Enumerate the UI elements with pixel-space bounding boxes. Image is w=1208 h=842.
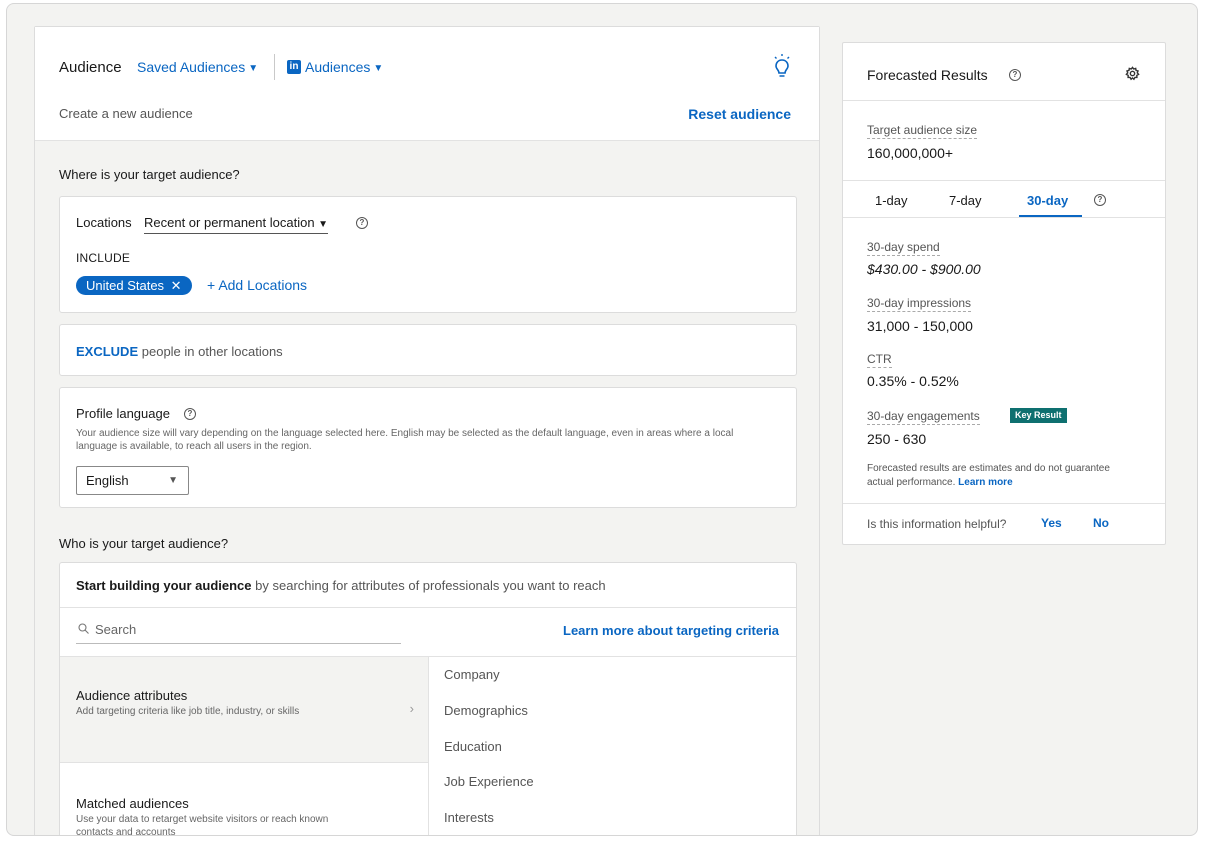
exclude-text: EXCLUDE people in other locations <box>76 344 283 359</box>
audience-body: Where is your target audience? Locations… <box>35 141 819 836</box>
helpful-question: Is this information helpful? <box>867 517 1007 531</box>
profile-language-description: Your audience size will vary depending o… <box>76 428 734 452</box>
engagements-label: 30-day engagements <box>867 409 980 425</box>
where-question: Where is your target audience? <box>59 167 240 182</box>
key-result-badge: Key Result <box>1010 408 1067 423</box>
audiences-label: Audiences <box>305 59 371 75</box>
caret-down-icon: ▼ <box>373 63 384 74</box>
audience-panel: Audience Saved Audiences ▼ in Audiences ▼ … <box>34 26 820 836</box>
target-audience-size-label: Target audience size <box>867 123 978 139</box>
language-select[interactable]: English ▼ <box>76 466 189 495</box>
help-circle-icon[interactable]: ? <box>1009 69 1021 81</box>
ctr-label: CTR <box>867 352 892 368</box>
forecast-disclaimer: Forecasted results are estimates and do … <box>867 462 1127 490</box>
caret-down-icon: ▼ <box>168 475 178 486</box>
audience-attributes-item[interactable]: Audience attributes Add targeting criter… <box>60 657 428 763</box>
learn-more-targeting-link[interactable]: Learn more about targeting criteria <box>563 623 779 638</box>
close-icon[interactable]: ✕ <box>171 278 182 293</box>
divider <box>60 607 796 608</box>
exclude-rest: people in other locations <box>141 344 283 359</box>
category-job-experience[interactable]: Job Experience <box>444 774 534 789</box>
attr-title: Audience attributes <box>76 688 188 703</box>
audience-header: Audience Saved Audiences ▼ in Audiences ▼ … <box>35 27 819 141</box>
profile-language-title: Profile language <box>76 406 170 421</box>
add-locations-label: Add Locations <box>218 277 308 293</box>
chevron-right-icon: › <box>409 701 414 716</box>
audience-builder-card: Start building your audience by searchin… <box>59 562 797 836</box>
add-locations-button[interactable]: + Add Locations <box>207 277 307 293</box>
start-building-text: Start building your audience by searchin… <box>76 578 606 593</box>
category-company[interactable]: Company <box>444 667 500 682</box>
tab-7-day[interactable]: 7-day <box>949 193 982 208</box>
attr-desc: Add targeting criteria like job title, i… <box>76 706 300 717</box>
category-demographics[interactable]: Demographics <box>444 703 528 718</box>
help-circle-icon[interactable]: ? <box>1094 194 1106 206</box>
start-building-bold: Start building your audience <box>76 578 252 593</box>
divider <box>843 503 1165 504</box>
helpful-yes-button[interactable]: Yes <box>1041 516 1062 530</box>
caret-down-icon: ▼ <box>248 63 259 74</box>
learn-more-link[interactable]: Learn more <box>958 477 1012 488</box>
search-icon <box>78 623 89 634</box>
app-frame: Audience Saved Audiences ▼ in Audiences ▼ … <box>6 3 1198 836</box>
helpful-no-button[interactable]: No <box>1093 516 1109 530</box>
matched-audiences-item[interactable]: Matched audiences Use your data to retar… <box>60 764 428 836</box>
help-circle-icon[interactable]: ? <box>184 408 196 420</box>
impressions-label: 30-day impressions <box>867 296 972 312</box>
audiences-dropdown[interactable]: Audiences ▼ <box>305 59 383 75</box>
spend-value: $430.00 - $900.00 <box>867 261 981 277</box>
location-chip-united-states: United States ✕ <box>76 276 192 295</box>
language-value: English <box>86 473 129 488</box>
exclude-card[interactable]: EXCLUDE people in other locations <box>59 324 797 376</box>
forecasted-results-panel: Forecasted Results ? Target audience siz… <box>842 42 1166 545</box>
spend-label: 30-day spend <box>867 240 940 256</box>
saved-audiences-dropdown[interactable]: Saved Audiences ▼ <box>137 59 258 75</box>
category-interests[interactable]: Interests <box>444 810 494 825</box>
caret-down-icon: ▼ <box>318 219 329 230</box>
header-divider <box>274 54 275 80</box>
search-box <box>76 615 401 644</box>
start-building-rest: by searching for attributes of professio… <box>255 578 606 593</box>
help-circle-icon[interactable]: ? <box>356 217 368 229</box>
locations-label: Locations <box>76 215 132 230</box>
who-question: Who is your target audience? <box>59 536 229 551</box>
audience-title: Audience <box>59 59 122 76</box>
attribute-list: Audience attributes Add targeting criter… <box>60 657 428 836</box>
location-type-dropdown[interactable]: Recent or permanent location ▼ <box>144 215 329 234</box>
plus-icon: + <box>207 277 216 293</box>
search-input[interactable] <box>95 619 395 639</box>
locations-card: Locations Recent or permanent location ▼… <box>59 196 797 313</box>
ctr-value: 0.35% - 0.52% <box>867 373 959 389</box>
tab-1-day[interactable]: 1-day <box>875 193 908 208</box>
linkedin-logo-icon: in <box>287 60 301 74</box>
lightbulb-icon[interactable] <box>771 53 793 79</box>
create-new-audience-text: Create a new audience <box>59 106 193 121</box>
chip-label: United States <box>86 278 165 293</box>
divider <box>843 180 1165 181</box>
impressions-value: 31,000 - 150,000 <box>867 318 973 334</box>
profile-language-card: Profile language ? Your audience size wi… <box>59 387 797 508</box>
exclude-link[interactable]: EXCLUDE <box>76 344 138 359</box>
include-label: INCLUDE <box>76 251 131 265</box>
divider <box>843 100 1165 101</box>
divider <box>843 217 1165 218</box>
target-audience-size-value: 160,000,000+ <box>867 145 954 161</box>
location-type-value: Recent or permanent location <box>144 215 315 230</box>
reset-audience-link[interactable]: Reset audience <box>688 106 791 122</box>
gear-icon[interactable] <box>1125 66 1140 81</box>
attr-title: Matched audiences <box>76 796 189 811</box>
tab-30-day[interactable]: 30-day <box>1027 193 1068 208</box>
category-education[interactable]: Education <box>444 739 502 754</box>
attr-desc: Use your data to retarget website visito… <box>76 814 329 836</box>
engagements-value: 250 - 630 <box>867 431 927 447</box>
saved-audiences-label: Saved Audiences <box>137 59 246 75</box>
column-divider <box>428 657 429 835</box>
forecast-title: Forecasted Results <box>867 67 988 83</box>
